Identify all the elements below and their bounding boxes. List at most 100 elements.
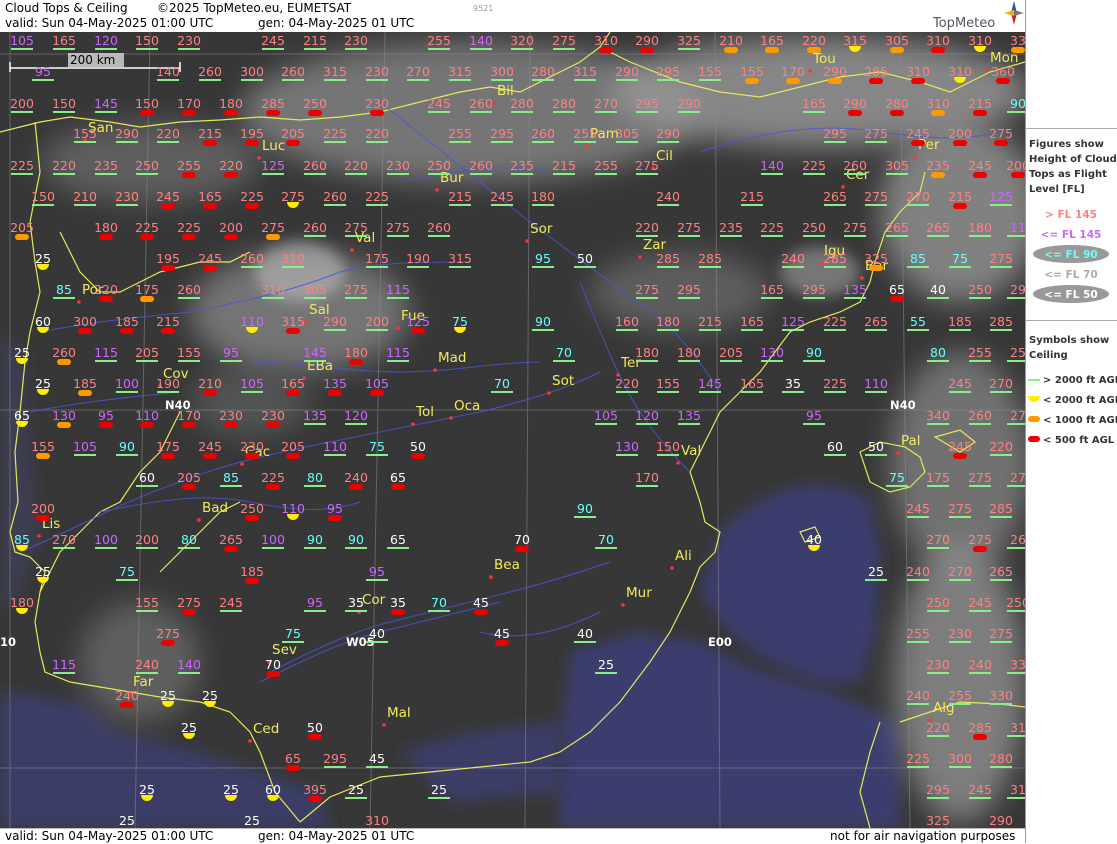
cloud-top-value: 135 [677, 408, 701, 423]
city-dot [547, 391, 551, 395]
cloud-top-value: 155 [656, 376, 680, 391]
station-marker: 260 [968, 408, 992, 425]
station-marker: 220 [52, 158, 76, 175]
cloud-top-value: 245 [198, 439, 222, 454]
cloud-top-value: 270 [906, 189, 930, 204]
station-marker: 155 [135, 595, 159, 612]
satellite-map: 200 km N40 N40 W05 E00 10 Lis Por San Luc Bi… [0, 32, 1025, 828]
ceiling-symbol [345, 235, 367, 237]
cloud-top-value: 140 [156, 64, 180, 79]
cloud-top-value: 60 [139, 470, 155, 485]
cloud-top-value: 235 [926, 158, 950, 173]
cloud-top-value: 210 [73, 189, 97, 204]
cloud-top-value: 320 [510, 33, 534, 48]
cloud-top-value: 280 [552, 96, 576, 111]
cloud-top-value: 95 [307, 595, 323, 610]
ceiling-symbol [220, 610, 242, 612]
cloud-top-value: 165 [802, 96, 826, 111]
station-marker: 165 [760, 282, 784, 299]
station-marker: 255 [448, 126, 472, 143]
cloud-top-value: 75 [119, 564, 135, 579]
station-marker: 315 [448, 251, 472, 268]
cloud-top-value: 135 [303, 408, 327, 423]
ceiling-symbol [553, 360, 575, 362]
ceiling-symbol [532, 141, 554, 143]
ceiling-symbol [428, 111, 450, 113]
footer-bar: valid: Sun 04-May-2025 01:00 UTC gen: 04… [0, 828, 1025, 844]
station-marker: 250 [427, 158, 451, 175]
station-marker: 55 [907, 314, 929, 331]
station-marker: 50 [307, 720, 323, 740]
cloud-top-value: 130 [615, 439, 639, 454]
cloud-top-value: 95 [535, 251, 551, 266]
ceiling-symbol [366, 641, 388, 643]
station-marker: 95 [366, 564, 388, 581]
ceiling-symbol [136, 485, 158, 487]
ceiling-symbol [324, 329, 346, 331]
cloud-top-value: 175 [365, 251, 389, 266]
station-marker: 275 [989, 626, 1013, 643]
city-label: Oca [454, 398, 480, 414]
cloud-top-value: 160 [615, 314, 639, 329]
ceiling-symbol [969, 297, 991, 299]
ceiling-symbol [969, 423, 991, 425]
ceiling-symbol [886, 485, 908, 487]
header-bar: Cloud Tops & Ceiling ©2025 TopMeteo.eu, … [0, 0, 1025, 32]
station-marker: 225 [365, 189, 389, 206]
cloud-top-value: 95 [806, 408, 822, 423]
cloud-top-value: 225 [760, 220, 784, 235]
ceiling-symbol [304, 48, 326, 50]
station-marker: 215 [698, 314, 722, 331]
station-marker: 315 [573, 64, 597, 81]
city-dot [382, 723, 386, 727]
cloud-top-value: 245 [261, 33, 285, 48]
ceiling-symbol [1007, 297, 1025, 299]
station-marker: 275 [552, 33, 576, 50]
legend-heights-title-3: Tops as Flight [1029, 169, 1107, 180]
station-marker: 205 [719, 345, 743, 362]
station-marker: 90 [803, 345, 825, 362]
cloud-top-value: 310 [948, 64, 972, 79]
cloud-top-value: 85 [56, 282, 72, 297]
cloud-top-value: 305 [615, 126, 639, 141]
station-marker: 120 [635, 408, 659, 425]
station-marker: 295 [323, 751, 347, 768]
station-marker: 260 [843, 158, 867, 175]
cloud-top-value: 240 [344, 470, 368, 485]
cloud-top-value: 275 [156, 626, 180, 641]
cloud-top-value: 225 [261, 470, 285, 485]
station-marker: 275 [677, 220, 701, 237]
ceiling-symbol [678, 48, 700, 50]
cloud-top-value: 260 [531, 126, 555, 141]
station-marker: 130 [615, 439, 639, 456]
cloud-top-value: 140 [177, 657, 201, 672]
cloud-top-value: 225 [135, 220, 159, 235]
station-marker: 230 [365, 64, 389, 81]
ceiling-symbol [990, 579, 1012, 581]
station-marker: 25 [865, 564, 887, 581]
city-dot [621, 603, 625, 607]
cloud-top-value: 70 [494, 376, 510, 391]
cloud-top-value: 205 [177, 470, 201, 485]
ceiling-symbol [262, 547, 284, 549]
cloud-top-value: 280 [989, 751, 1013, 766]
ceiling-symbol [636, 485, 658, 487]
cloud-top-value: 145 [303, 345, 327, 360]
ceiling-symbol [616, 391, 638, 393]
cloud-top-value: 29 [1010, 282, 1025, 297]
ceiling-symbol [366, 329, 388, 331]
station-marker: 120 [344, 408, 368, 425]
station-marker: 70 [428, 595, 450, 612]
cloud-top-value: 325 [677, 33, 701, 48]
station-marker: 245 [490, 189, 514, 206]
cloud-top-value: 310 [365, 813, 389, 828]
city-dot [435, 188, 439, 192]
ceiling-symbol [304, 173, 326, 175]
cloud-top-value: 25 [348, 782, 364, 797]
station-marker: 150 [52, 96, 76, 113]
ceiling-symbol [844, 235, 866, 237]
station-marker: 90 [1007, 96, 1025, 113]
cloud-top-value: 25 [139, 782, 155, 797]
cloud-top-value: 265 [989, 564, 1013, 579]
cloud-top-value: 285 [989, 314, 1013, 329]
